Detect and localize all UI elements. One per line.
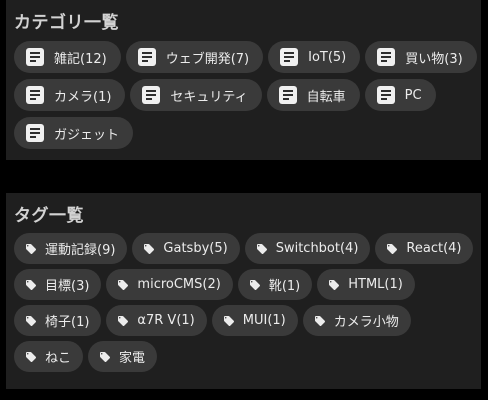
- document-icon: [26, 48, 44, 66]
- tag-chip[interactable]: α7R V(1): [106, 305, 207, 336]
- tag-chip[interactable]: HTML(1): [317, 269, 415, 300]
- document-icon: [377, 48, 396, 66]
- tag-chip-label: 椅子(1): [45, 315, 90, 330]
- document-icon: [26, 124, 44, 142]
- category-chip-label: セキュリティ: [170, 89, 248, 105]
- document-icon: [280, 48, 299, 66]
- tag-chip[interactable]: 運動記録(9): [14, 233, 128, 264]
- tag-chip[interactable]: 椅子(1): [14, 305, 102, 336]
- category-chip-label: ウェブ開発(7): [165, 51, 250, 67]
- category-chip[interactable]: PC: [364, 79, 436, 111]
- tag-chip-label: α7R V(1): [137, 313, 195, 328]
- tag-icon: [328, 279, 340, 291]
- category-chip[interactable]: IoT(5): [268, 41, 361, 73]
- tag-icon: [99, 351, 111, 363]
- tag-chip[interactable]: ねこ: [14, 341, 84, 372]
- category-chip[interactable]: カメラ(1): [14, 79, 126, 111]
- category-list-title: カテゴリ一覧: [14, 13, 119, 33]
- document-icon: [142, 86, 161, 104]
- tag-icon: [25, 243, 37, 255]
- tag-chip[interactable]: MUI(1): [211, 305, 298, 336]
- tag-icon: [223, 315, 235, 327]
- tag-icon: [256, 243, 268, 255]
- tag-chip-label: Switchbot(4): [275, 241, 359, 256]
- tag-icon: [25, 351, 37, 363]
- category-chip[interactable]: 買い物(3): [365, 41, 477, 73]
- tag-chip-label: 家電: [119, 351, 146, 366]
- category-chip[interactable]: ガジェット: [14, 117, 134, 149]
- tag-list-panel: タグ一覧 運動記録(9) Gatsby(5) Switchbot(4) React(4…: [6, 193, 481, 389]
- category-chip-label: カメラ(1): [54, 89, 112, 105]
- tag-chip-label: 運動記録(9): [45, 243, 116, 258]
- tag-chip[interactable]: microCMS(2): [106, 269, 233, 300]
- tag-chip[interactable]: 目標(3): [14, 269, 102, 300]
- document-icon: [278, 86, 297, 104]
- tag-chip-label: React(4): [406, 241, 462, 256]
- tag-icon: [143, 243, 155, 255]
- tag-chip[interactable]: 靴(1): [237, 269, 313, 300]
- tag-chip[interactable]: Switchbot(4): [244, 233, 371, 264]
- category-chip-label: IoT(5): [308, 49, 347, 65]
- document-icon: [376, 86, 395, 104]
- tag-chip-label: カメラ小物: [333, 315, 399, 330]
- tag-chip-label: Gatsby(5): [163, 241, 228, 256]
- tag-chip[interactable]: 家電: [88, 341, 158, 372]
- tag-chip-label: MUI(1): [242, 313, 286, 328]
- category-chip-label: PC: [404, 87, 422, 103]
- tag-chip-label: HTML(1): [348, 277, 403, 292]
- category-chip[interactable]: 自転車: [266, 79, 360, 111]
- tag-chip[interactable]: カメラ小物: [302, 305, 411, 336]
- category-chip[interactable]: ウェブ開発(7): [125, 41, 264, 73]
- tag-chip-label: 目標(3): [45, 279, 90, 294]
- category-chip-label: 買い物(3): [405, 51, 463, 67]
- tag-icon: [314, 315, 326, 327]
- tag-chip[interactable]: Gatsby(5): [132, 233, 240, 264]
- tag-chip-label: ねこ: [45, 351, 72, 366]
- category-chip-label: 雑記(12): [54, 51, 107, 67]
- tag-icon: [25, 279, 37, 291]
- category-chip[interactable]: 雑記(12): [14, 41, 121, 73]
- document-icon: [137, 48, 156, 66]
- category-list-panel: カテゴリ一覧 雑記(12) ウェブ開発(7) IoT(5) 買い物(3) カメラ(1) セ…: [6, 0, 481, 160]
- category-chip-label: ガジェット: [54, 127, 120, 143]
- category-chip[interactable]: セキュリティ: [130, 79, 262, 111]
- tag-chip-label: microCMS(2): [137, 277, 221, 292]
- tag-icon: [117, 279, 129, 291]
- tag-chip-list: 運動記録(9) Gatsby(5) Switchbot(4) React(4) 目標(3…: [14, 233, 477, 372]
- tag-icon: [386, 243, 398, 255]
- tag-list-title: タグ一覧: [14, 206, 84, 226]
- tag-chip-label: 靴(1): [268, 279, 301, 294]
- category-chip-list: 雑記(12) ウェブ開発(7) IoT(5) 買い物(3) カメラ(1) セキュリティ 自転…: [14, 41, 477, 149]
- category-chip-label: 自転車: [306, 89, 346, 105]
- tag-icon: [117, 315, 129, 327]
- tag-icon: [25, 315, 37, 327]
- tag-icon: [249, 279, 261, 291]
- document-icon: [26, 86, 44, 104]
- tag-chip[interactable]: React(4): [375, 233, 474, 264]
